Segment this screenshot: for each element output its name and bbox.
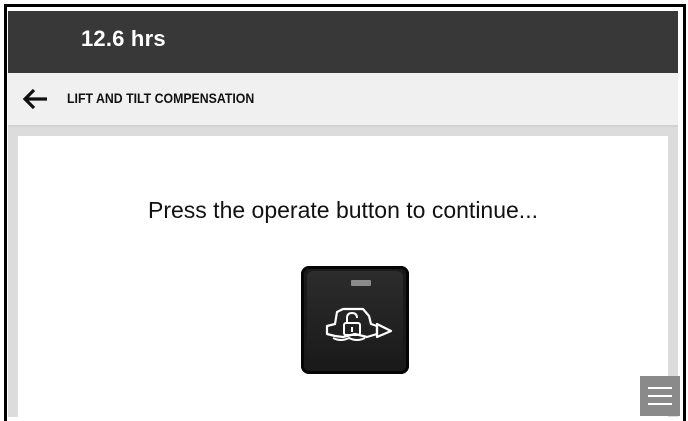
content-panel: Press the operate button to continue...: [18, 136, 668, 417]
page-title: LIFT AND TILT COMPENSATION: [67, 90, 255, 106]
back-button[interactable]: [22, 86, 50, 112]
hour-meter: 12.6 hrs: [81, 26, 166, 51]
operate-button-cap: [307, 271, 403, 361]
operate-indicator-led: [351, 280, 371, 286]
machine-unlock-icon: [325, 307, 393, 341]
menu-button[interactable]: [640, 376, 680, 416]
status-bar: 12.6 hrs: [8, 11, 678, 73]
operate-button[interactable]: [301, 266, 409, 374]
content-area: Press the operate button to continue...: [8, 127, 680, 417]
navigation-bar: LIFT AND TILT COMPENSATION: [8, 73, 678, 127]
operate-prompt: Press the operate button to continue...: [148, 197, 538, 223]
arrow-left-icon: [22, 88, 47, 110]
